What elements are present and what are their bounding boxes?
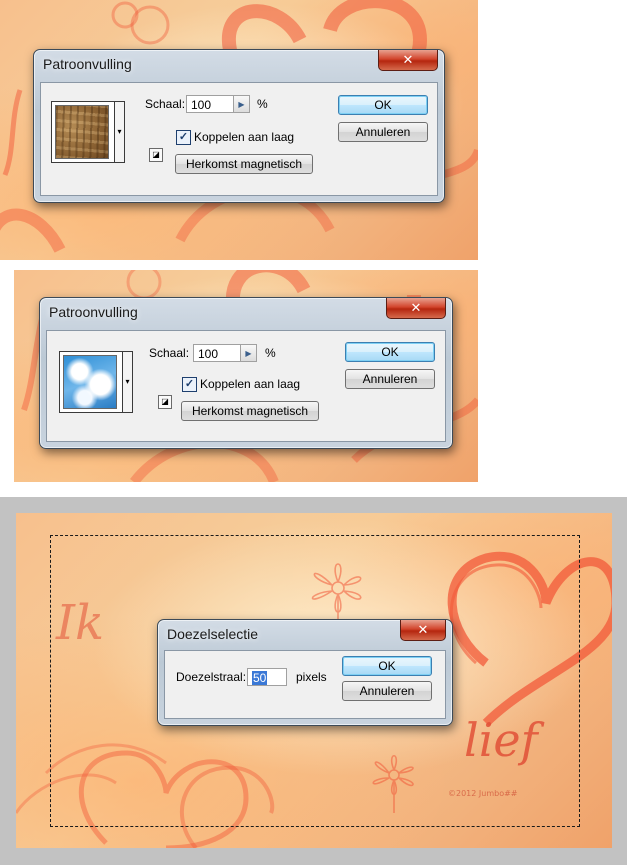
link-checkbox[interactable]: ✓ bbox=[176, 130, 191, 145]
dialog-body: ▾ Schaal: 100 ▶ % ✓ Koppelen aan laag ◪ … bbox=[46, 330, 446, 442]
scale-input[interactable]: 100 bbox=[186, 95, 234, 113]
radius-value: 50 bbox=[252, 671, 268, 685]
radius-label: Doezelstraal: bbox=[176, 670, 247, 684]
radius-input[interactable]: 50 bbox=[247, 668, 287, 686]
dialog-body: Doezelstraal: 50 pixels OK Annuleren bbox=[164, 650, 446, 719]
close-button[interactable]: ✕ bbox=[378, 50, 438, 71]
ok-button[interactable]: OK bbox=[345, 342, 435, 362]
chevron-down-icon[interactable]: ▾ bbox=[114, 102, 124, 162]
scale-stepper[interactable]: ▶ bbox=[241, 344, 257, 362]
close-button[interactable]: ✕ bbox=[386, 298, 446, 319]
canvas-frame-3: Ik lief ©2012 Jumbo## Doezelselectie ✕ D… bbox=[0, 497, 627, 865]
feather-selection-dialog: Doezelselectie ✕ Doezelstraal: 50 pixels… bbox=[157, 619, 453, 726]
dialog-title: Patroonvulling bbox=[49, 304, 138, 320]
unit-label: pixels bbox=[296, 670, 327, 684]
scale-label: Schaal: bbox=[149, 346, 190, 360]
percent-label: % bbox=[265, 346, 276, 360]
snap-origin-button[interactable]: Herkomst magnetisch bbox=[181, 401, 319, 421]
scale-input[interactable]: 100 bbox=[193, 344, 241, 362]
link-label: Koppelen aan laag bbox=[194, 130, 295, 144]
origin-icon[interactable]: ◪ bbox=[149, 148, 163, 162]
link-checkbox[interactable]: ✓ bbox=[182, 377, 197, 392]
pattern-fill-dialog: Patroonvulling ✕ ▾ Schaal: 100 ▶ % ✓ Kop… bbox=[33, 49, 445, 203]
canvas-panel-2: Patroonvulling ✕ ▾ Schaal: 100 ▶ % ✓ Kop… bbox=[14, 270, 478, 482]
link-label: Koppelen aan laag bbox=[200, 377, 301, 391]
dialog-body: ▾ Schaal: 100 ▶ % ✓ Koppelen aan laag ◪ … bbox=[40, 82, 438, 196]
origin-icon[interactable]: ◪ bbox=[158, 395, 172, 409]
chevron-down-icon[interactable]: ▾ bbox=[122, 352, 132, 412]
snap-origin-button[interactable]: Herkomst magnetisch bbox=[175, 154, 313, 174]
cancel-button[interactable]: Annuleren bbox=[338, 122, 428, 142]
scale-stepper[interactable]: ▶ bbox=[234, 95, 250, 113]
ok-button[interactable]: OK bbox=[338, 95, 428, 115]
pattern-fill-dialog: Patroonvulling ✕ ▾ Schaal: 100 ▶ % ✓ Kop… bbox=[39, 297, 453, 449]
percent-label: % bbox=[257, 97, 268, 111]
dialog-title: Doezelselectie bbox=[167, 626, 259, 642]
pattern-swatch bbox=[63, 355, 117, 409]
scale-label: Schaal: bbox=[145, 97, 186, 111]
close-button[interactable]: ✕ bbox=[400, 620, 446, 641]
canvas-panel-3: Ik lief ©2012 Jumbo## Doezelselectie ✕ D… bbox=[16, 513, 612, 848]
canvas-panel-1: Patroonvulling ✕ ▾ Schaal: 100 ▶ % ✓ Kop… bbox=[0, 0, 478, 260]
cancel-button[interactable]: Annuleren bbox=[342, 681, 432, 701]
pattern-picker[interactable]: ▾ bbox=[51, 101, 125, 163]
pattern-picker[interactable]: ▾ bbox=[59, 351, 133, 413]
cancel-button[interactable]: Annuleren bbox=[345, 369, 435, 389]
dialog-title: Patroonvulling bbox=[43, 56, 132, 72]
ok-button[interactable]: OK bbox=[342, 656, 432, 676]
pattern-swatch bbox=[55, 105, 109, 159]
